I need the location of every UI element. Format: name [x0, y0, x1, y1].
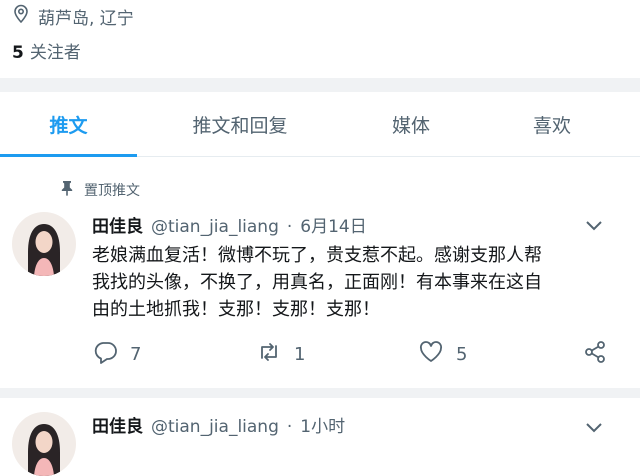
chevron-down-icon[interactable] [584, 218, 604, 232]
location-text: 葫芦岛, 辽宁 [38, 8, 134, 29]
tab-label: 推文 [49, 114, 88, 137]
username[interactable]: @tian_jia_liang [151, 417, 279, 437]
tweet-actions: 7 1 5 [0, 340, 640, 370]
share-button[interactable] [582, 340, 608, 369]
separator-dot: · [286, 217, 293, 237]
tab-tweets[interactable]: 推文 [0, 92, 137, 156]
active-tab-indicator [0, 154, 137, 157]
retweet-icon [256, 340, 282, 369]
reply-icon [92, 340, 118, 369]
username[interactable]: @tian_jia_liang [151, 217, 279, 237]
separator-dot: · [286, 417, 293, 437]
profile-location: 葫芦岛, 辽宁 [12, 4, 134, 29]
display-name[interactable]: 田佳良 [92, 212, 143, 237]
avatar[interactable] [12, 212, 76, 276]
avatar[interactable] [12, 412, 76, 476]
followers-link[interactable]: 5 关注者 [12, 38, 81, 63]
section-gap [0, 78, 640, 92]
tab-label: 喜欢 [532, 114, 571, 137]
tweet-date[interactable]: 1小时 [300, 412, 345, 437]
tab-label: 媒体 [391, 114, 430, 137]
display-name[interactable]: 田佳良 [92, 412, 143, 437]
retweet-button[interactable]: 1 [256, 340, 305, 369]
like-count: 5 [456, 344, 468, 365]
tweet-divider [0, 388, 640, 398]
tweet-line: 老娘满血复活！微博不玩了，贵支惹不起。感谢支那人帮 [92, 245, 542, 266]
tab-tweets-replies[interactable]: 推文和回复 [137, 92, 343, 156]
share-icon [582, 340, 608, 369]
profile-tabs: 推文 推文和回复 媒体 喜欢 [0, 92, 640, 157]
pinned-tweet-label: 置顶推文 [60, 180, 140, 200]
tweet-line: 由的土地抓我！支那！支那！支那！ [92, 299, 380, 320]
heart-icon [418, 340, 444, 369]
tab-likes[interactable]: 喜欢 [479, 92, 625, 156]
tab-media[interactable]: 媒体 [343, 92, 479, 156]
chevron-down-icon[interactable] [584, 420, 604, 434]
reply-button[interactable]: 7 [92, 340, 141, 369]
followers-label: 关注者 [29, 43, 81, 63]
tweet-line: 我找的头像，不换了，用真名，正面刚！有本事来在这自 [92, 272, 542, 293]
tweet-header: 田佳良 @tian_jia_liang · 6月14日 [92, 212, 367, 237]
retweet-count: 1 [294, 344, 306, 365]
pinned-text: 置顶推文 [84, 183, 140, 199]
location-pin-icon [12, 4, 30, 29]
tweet-header: 田佳良 @tian_jia_liang · 1小时 [92, 412, 345, 437]
like-button[interactable]: 5 [418, 340, 467, 369]
reply-count: 7 [130, 344, 142, 365]
tab-label: 推文和回复 [192, 114, 288, 137]
tweet-text: 老娘满血复活！微博不玩了，贵支惹不起。感谢支那人帮 我找的头像，不换了，用真名，… [92, 242, 622, 323]
pin-icon [60, 180, 74, 200]
tweet-date[interactable]: 6月14日 [300, 212, 366, 237]
followers-count: 5 [12, 43, 24, 63]
